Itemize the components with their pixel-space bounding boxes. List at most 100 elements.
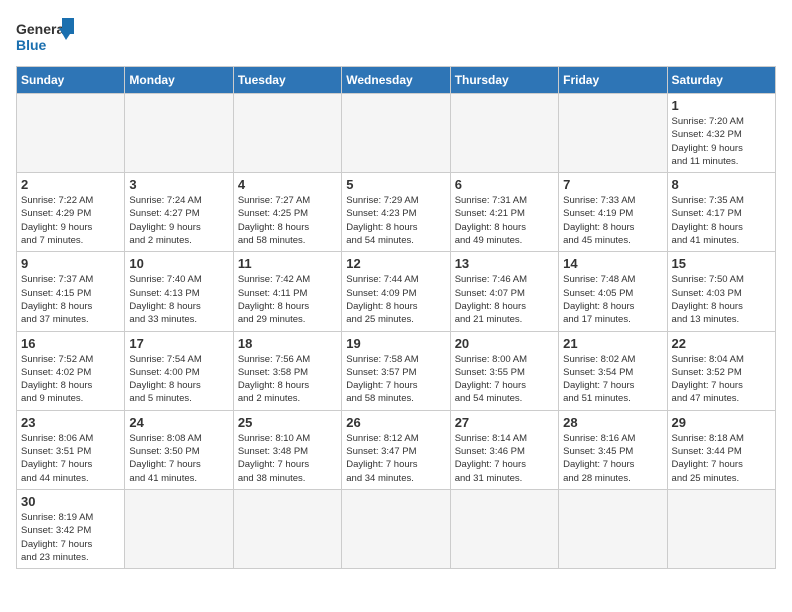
col-header-monday: Monday — [125, 67, 233, 94]
day-number: 26 — [346, 415, 445, 430]
day-info: Sunrise: 7:54 AM Sunset: 4:00 PM Dayligh… — [129, 353, 228, 406]
calendar-cell — [450, 94, 558, 173]
day-info: Sunrise: 8:00 AM Sunset: 3:55 PM Dayligh… — [455, 353, 554, 406]
day-info: Sunrise: 7:52 AM Sunset: 4:02 PM Dayligh… — [21, 353, 120, 406]
calendar-cell: 27Sunrise: 8:14 AM Sunset: 3:46 PM Dayli… — [450, 410, 558, 489]
day-number: 3 — [129, 177, 228, 192]
calendar-cell — [17, 94, 125, 173]
day-info: Sunrise: 7:20 AM Sunset: 4:32 PM Dayligh… — [672, 115, 771, 168]
day-number: 19 — [346, 336, 445, 351]
svg-text:Blue: Blue — [16, 37, 47, 53]
calendar-cell: 22Sunrise: 8:04 AM Sunset: 3:52 PM Dayli… — [667, 331, 775, 410]
calendar-cell: 4 Sunrise: 7:27 AM Sunset: 4:25 PM Daylig… — [233, 173, 341, 252]
day-info: Sunrise: 8:14 AM Sunset: 3:46 PM Dayligh… — [455, 432, 554, 485]
day-info: Sunrise: 7:46 AM Sunset: 4:07 PM Dayligh… — [455, 273, 554, 326]
calendar-cell — [233, 489, 341, 568]
calendar-cell: 24 Sunrise: 8:08 AM Sunset: 3:50 PM Dayli… — [125, 410, 233, 489]
col-header-saturday: Saturday — [667, 67, 775, 94]
day-info: Sunrise: 8:10 AM Sunset: 3:48 PM Dayligh… — [238, 432, 337, 485]
calendar-cell: 6 Sunrise: 7:31 AM Sunset: 4:21 PM Daylig… — [450, 173, 558, 252]
day-number: 23 — [21, 415, 120, 430]
day-number: 4 — [238, 177, 337, 192]
day-number: 18 — [238, 336, 337, 351]
calendar-cell: 19 Sunrise: 7:58 AM Sunset: 3:57 PM Dayli… — [342, 331, 450, 410]
calendar-cell: 2Sunrise: 7:22 AM Sunset: 4:29 PM Daylig… — [17, 173, 125, 252]
calendar-cell: 3 Sunrise: 7:24 AM Sunset: 4:27 PM Daylig… — [125, 173, 233, 252]
day-number: 15 — [672, 256, 771, 271]
calendar-cell: 8 Sunrise: 7:35 AM Sunset: 4:17 PM Daylig… — [667, 173, 775, 252]
day-number: 8 — [672, 177, 771, 192]
day-info: Sunrise: 7:24 AM Sunset: 4:27 PM Dayligh… — [129, 194, 228, 247]
day-number: 11 — [238, 256, 337, 271]
calendar-cell: 30 Sunrise: 8:19 AM Sunset: 3:42 PM Dayli… — [17, 489, 125, 568]
day-number: 24 — [129, 415, 228, 430]
calendar-week-row: 2Sunrise: 7:22 AM Sunset: 4:29 PM Daylig… — [17, 173, 776, 252]
calendar-cell — [342, 489, 450, 568]
calendar-cell — [559, 489, 667, 568]
col-header-wednesday: Wednesday — [342, 67, 450, 94]
col-header-tuesday: Tuesday — [233, 67, 341, 94]
calendar-cell — [125, 94, 233, 173]
calendar-cell: 5Sunrise: 7:29 AM Sunset: 4:23 PM Daylig… — [342, 173, 450, 252]
day-info: Sunrise: 8:16 AM Sunset: 3:45 PM Dayligh… — [563, 432, 662, 485]
day-number: 6 — [455, 177, 554, 192]
calendar-cell: 28Sunrise: 8:16 AM Sunset: 3:45 PM Dayli… — [559, 410, 667, 489]
calendar-cell: 16 Sunrise: 7:52 AM Sunset: 4:02 PM Dayli… — [17, 331, 125, 410]
day-info: Sunrise: 7:42 AM Sunset: 4:11 PM Dayligh… — [238, 273, 337, 326]
calendar-cell: 26 Sunrise: 8:12 AM Sunset: 3:47 PM Dayli… — [342, 410, 450, 489]
day-number: 9 — [21, 256, 120, 271]
col-header-friday: Friday — [559, 67, 667, 94]
day-number: 25 — [238, 415, 337, 430]
calendar-cell: 23 Sunrise: 8:06 AM Sunset: 3:51 PM Dayli… — [17, 410, 125, 489]
calendar-week-row: 9 Sunrise: 7:37 AM Sunset: 4:15 PM Daylig… — [17, 252, 776, 331]
col-header-thursday: Thursday — [450, 67, 558, 94]
calendar-cell: 13 Sunrise: 7:46 AM Sunset: 4:07 PM Dayli… — [450, 252, 558, 331]
day-info: Sunrise: 7:29 AM Sunset: 4:23 PM Dayligh… — [346, 194, 445, 247]
calendar-cell: 14Sunrise: 7:48 AM Sunset: 4:05 PM Dayli… — [559, 252, 667, 331]
day-number: 30 — [21, 494, 120, 509]
day-info: Sunrise: 7:31 AM Sunset: 4:21 PM Dayligh… — [455, 194, 554, 247]
day-info: Sunrise: 7:37 AM Sunset: 4:15 PM Dayligh… — [21, 273, 120, 326]
day-info: Sunrise: 8:19 AM Sunset: 3:42 PM Dayligh… — [21, 511, 120, 564]
logo: GeneralBlue — [16, 16, 76, 56]
day-number: 17 — [129, 336, 228, 351]
calendar-cell: 29 Sunrise: 8:18 AM Sunset: 3:44 PM Dayli… — [667, 410, 775, 489]
calendar-cell: 10Sunrise: 7:40 AM Sunset: 4:13 PM Dayli… — [125, 252, 233, 331]
day-info: Sunrise: 7:58 AM Sunset: 3:57 PM Dayligh… — [346, 353, 445, 406]
day-info: Sunrise: 8:06 AM Sunset: 3:51 PM Dayligh… — [21, 432, 120, 485]
calendar-cell: 9 Sunrise: 7:37 AM Sunset: 4:15 PM Daylig… — [17, 252, 125, 331]
calendar-cell: 11 Sunrise: 7:42 AM Sunset: 4:11 PM Dayli… — [233, 252, 341, 331]
calendar-cell — [559, 94, 667, 173]
day-number: 16 — [21, 336, 120, 351]
day-info: Sunrise: 7:22 AM Sunset: 4:29 PM Dayligh… — [21, 194, 120, 247]
calendar-cell — [667, 489, 775, 568]
calendar-cell: 7Sunrise: 7:33 AM Sunset: 4:19 PM Daylig… — [559, 173, 667, 252]
day-info: Sunrise: 8:08 AM Sunset: 3:50 PM Dayligh… — [129, 432, 228, 485]
day-info: Sunrise: 8:02 AM Sunset: 3:54 PM Dayligh… — [563, 353, 662, 406]
day-number: 7 — [563, 177, 662, 192]
day-number: 22 — [672, 336, 771, 351]
day-info: Sunrise: 7:27 AM Sunset: 4:25 PM Dayligh… — [238, 194, 337, 247]
day-number: 29 — [672, 415, 771, 430]
day-number: 21 — [563, 336, 662, 351]
day-info: Sunrise: 7:50 AM Sunset: 4:03 PM Dayligh… — [672, 273, 771, 326]
calendar-cell: 25 Sunrise: 8:10 AM Sunset: 3:48 PM Dayli… — [233, 410, 341, 489]
calendar-week-row: 16 Sunrise: 7:52 AM Sunset: 4:02 PM Dayli… — [17, 331, 776, 410]
day-number: 14 — [563, 256, 662, 271]
day-number: 1 — [672, 98, 771, 113]
day-info: Sunrise: 7:35 AM Sunset: 4:17 PM Dayligh… — [672, 194, 771, 247]
col-header-sunday: Sunday — [17, 67, 125, 94]
calendar-cell: 20 Sunrise: 8:00 AM Sunset: 3:55 PM Dayli… — [450, 331, 558, 410]
day-number: 10 — [129, 256, 228, 271]
day-info: Sunrise: 7:56 AM Sunset: 3:58 PM Dayligh… — [238, 353, 337, 406]
calendar-cell: 18 Sunrise: 7:56 AM Sunset: 3:58 PM Dayli… — [233, 331, 341, 410]
calendar-cell: 1 Sunrise: 7:20 AM Sunset: 4:32 PM Daylig… — [667, 94, 775, 173]
calendar-cell: 12Sunrise: 7:44 AM Sunset: 4:09 PM Dayli… — [342, 252, 450, 331]
page-header: GeneralBlue — [16, 16, 776, 56]
day-number: 20 — [455, 336, 554, 351]
calendar-week-row: 30 Sunrise: 8:19 AM Sunset: 3:42 PM Dayli… — [17, 489, 776, 568]
day-info: Sunrise: 8:12 AM Sunset: 3:47 PM Dayligh… — [346, 432, 445, 485]
day-number: 13 — [455, 256, 554, 271]
day-info: Sunrise: 8:18 AM Sunset: 3:44 PM Dayligh… — [672, 432, 771, 485]
calendar-cell — [450, 489, 558, 568]
